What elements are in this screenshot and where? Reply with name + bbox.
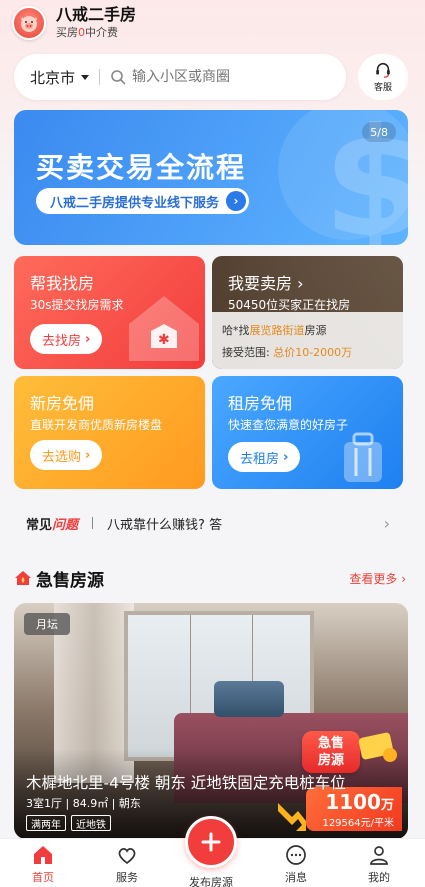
svg-text:✱: ✱ <box>158 332 170 348</box>
home-icon <box>34 846 52 864</box>
sell-info-panel <box>212 312 403 369</box>
tab-service[interactable]: 服务 <box>97 843 157 885</box>
new-house-title: 新房免佣 <box>30 394 95 413</box>
banner-title: 买卖交易全流程 <box>36 151 247 184</box>
caret-down-icon <box>81 74 90 80</box>
city-selector[interactable]: 北京市 <box>30 67 90 88</box>
rent-house-title: 租房免佣 <box>228 394 293 413</box>
listing-meta: 3室1厅 | 84.9㎡ | 朝东 <box>26 797 141 810</box>
brand-title: 八戒二手房 <box>56 5 137 24</box>
sell-info-line-1: 哈*找展览路街道房源 <box>222 324 327 337</box>
search-input[interactable] <box>132 69 283 85</box>
customer-service-button[interactable]: 客服 <box>358 54 408 100</box>
find-house-card[interactable]: ✱ 帮我找房 30s提交找房需求 去找房 › <box>14 256 205 369</box>
tab-message[interactable]: 消息 <box>266 843 326 885</box>
search-bar: 北京市 <box>14 54 346 100</box>
publish-button[interactable] <box>185 816 237 868</box>
heart-hand-icon <box>118 848 136 865</box>
sell-house-title: 我要卖房 › <box>228 274 304 293</box>
app-header: 八戒二手房 买房0中介费 <box>12 5 136 41</box>
message-icon <box>286 845 306 865</box>
rent-house-card[interactable]: 租房免佣 快速查您满意的好房子 去租房 › <box>212 376 403 489</box>
price-tag: 1100万 129564元/平米 <box>306 787 402 831</box>
service-label: 客服 <box>373 83 392 93</box>
brand-slogan: 买房0中介费 <box>56 26 118 39</box>
tab-mine[interactable]: 我的 <box>349 843 409 885</box>
publish-label: 发布房源 <box>189 876 233 887</box>
chevron-right-icon: › <box>85 331 91 347</box>
trend-down-arrow-icon <box>278 803 306 831</box>
city-label: 北京市 <box>30 68 76 87</box>
section-title: 急售房源 <box>36 570 104 591</box>
headset-icon <box>376 63 390 78</box>
listing-badge: 近地铁 <box>71 815 111 831</box>
faq-bar[interactable]: 常见问题 八戒靠什么赚钱? 答 › <box>14 505 408 541</box>
rent-house-button[interactable]: 去租房 › <box>228 442 301 472</box>
arrow-right-icon: › <box>226 191 247 211</box>
user-icon <box>370 846 388 865</box>
new-house-button[interactable]: 去选购 › <box>30 440 103 470</box>
banner-subtitle-button[interactable]: 八戒二手房提供专业线下服务 › <box>36 188 250 214</box>
house-fire-icon <box>15 571 31 585</box>
find-house-title: 帮我找房 <box>30 274 95 293</box>
new-house-card[interactable]: 新房免佣 直联开发商优质新房楼盘 去选购 › <box>14 376 205 489</box>
find-house-button[interactable]: 去找房 › <box>30 324 103 354</box>
rent-house-sub: 快速查您满意的好房子 <box>228 418 349 432</box>
chevron-right-icon: › <box>283 449 289 465</box>
unit-price: 129564元/平米 <box>322 818 394 829</box>
plus-icon <box>201 832 221 852</box>
urgent-sale-header: 急售房源 查看更多 › <box>14 564 408 592</box>
sell-house-sub: 50450位买家正在找房 <box>228 298 351 312</box>
banner-page-indicator: 5/8 <box>362 122 396 142</box>
pillow-image <box>214 681 284 717</box>
house-icon: ✱ <box>129 296 199 361</box>
find-house-sub: 30s提交找房需求 <box>30 298 124 312</box>
listing-card[interactable]: 月坛 急售 房源 1100万 129564元/平米 木樨地北里-4号楼 朝东 近地… <box>14 603 408 839</box>
promo-banner[interactable]: $ 5/8 买卖交易全流程 八戒二手房提供专业线下服务 › <box>14 110 408 245</box>
divider <box>92 517 94 529</box>
area-tag: 月坛 <box>24 613 70 635</box>
faq-question: 八戒靠什么赚钱? 答 <box>107 517 223 533</box>
sell-house-card[interactable]: 我要卖房 › 50450位买家正在找房 哈*找展览路街道房源 接受范围: 总价1… <box>212 256 403 369</box>
see-more-link[interactable]: 查看更多 › <box>349 570 406 587</box>
listing-badge: 满两年 <box>26 815 66 831</box>
faq-tag: 常见问题 <box>26 517 79 533</box>
tab-home[interactable]: 首页 <box>13 843 73 885</box>
luggage-icon <box>344 432 382 482</box>
chevron-right-icon: › <box>85 447 91 463</box>
divider <box>99 69 101 85</box>
new-house-sub: 直联开发商优质新房楼盘 <box>30 418 163 432</box>
total-price: 1100 <box>325 790 381 814</box>
pig-logo-icon <box>12 6 46 40</box>
coins-icon <box>358 732 397 762</box>
listing-title: 木樨地北里-4号楼 朝东 近地铁固定充电桩车位 <box>26 774 346 792</box>
sell-info-line-2: 接受范围: 总价10-2000万 <box>222 346 353 359</box>
chevron-right-icon: › <box>383 513 390 533</box>
listing-badges: 满两年 近地铁 <box>26 815 116 831</box>
search-icon <box>111 70 126 85</box>
